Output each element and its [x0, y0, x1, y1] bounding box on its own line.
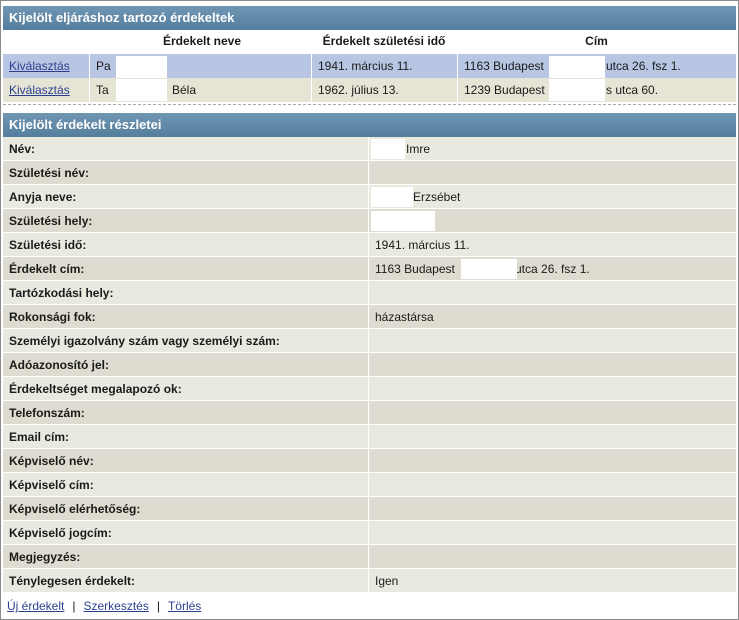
column-header-birth: Érdekelt születési idő: [322, 34, 446, 48]
detail-row-szuletesi-hely: Születési hely:: [3, 209, 736, 233]
detail-label: Képviselő név:: [3, 449, 369, 472]
column-header-name: Érdekelt neve: [162, 34, 242, 48]
detail-row-szemelyi-szam: Személyi igazolvány szám vagy személyi s…: [3, 329, 736, 353]
detail-row-adoazonosito: Adóazonosító jel:: [3, 353, 736, 377]
detail-label: Telefonszám:: [3, 401, 369, 424]
edit-link[interactable]: Szerkesztés: [83, 599, 148, 613]
detail-label: Képviselő jogcím:: [3, 521, 369, 544]
detail-label: Email cím:: [3, 425, 369, 448]
action-cell: Kiválasztás: [3, 54, 89, 78]
redaction-box: [371, 187, 413, 207]
section-divider: [3, 104, 736, 105]
action-cell: Kiválasztás: [3, 78, 89, 102]
detail-value: [370, 521, 736, 544]
detail-label: Adóazonosító jel:: [3, 353, 369, 376]
detail-value: [370, 329, 736, 352]
detail-row-kepviselo-elerhetoseg: Képviselő elérhetőség:: [3, 497, 736, 521]
footer-actions: Új érdekelt | Szerkesztés | Törlés: [7, 594, 201, 618]
new-stakeholder-link[interactable]: Új érdekelt: [7, 599, 64, 613]
detail-label: Születési idő:: [3, 233, 369, 256]
address-text: 1239 Budapest: [464, 83, 545, 97]
detail-row-rokonsagi-fok: Rokonsági fok: házastársa: [3, 305, 736, 329]
detail-label: Név:: [3, 137, 369, 160]
detail-row-tenylegesen-erdekelt: Ténylegesen érdekelt: Igen: [3, 569, 736, 593]
detail-value: [370, 281, 736, 304]
detail-row-kepviselo-cim: Képviselő cím:: [3, 473, 736, 497]
redaction-box: [371, 139, 405, 159]
detail-value: Erzsébet: [370, 185, 736, 208]
detail-label: Képviselő elérhetőség:: [3, 497, 369, 520]
detail-label: Születési hely:: [3, 209, 369, 232]
window-frame: Kijelölt eljáráshoz tartozó érdekeltek É…: [0, 0, 739, 620]
list-section-header: Kijelölt eljáráshoz tartozó érdekeltek: [3, 6, 736, 30]
redaction-box: [371, 211, 435, 231]
select-link[interactable]: Kiválasztás: [9, 83, 70, 97]
detail-value: Igen: [375, 574, 399, 588]
detail-row-kepviselo-jogcim: Képviselő jogcím:: [3, 521, 736, 545]
detail-label: Rokonsági fok:: [3, 305, 369, 328]
detail-row-megjegyzes: Megjegyzés:: [3, 545, 736, 569]
detail-row-erdekeltseg-ok: Érdekeltséget megalapozó ok:: [3, 377, 736, 401]
detail-label: Személyi igazolvány szám vagy személyi s…: [3, 329, 369, 352]
detail-label: Anyja neve:: [3, 185, 369, 208]
person-name: Pa: [96, 59, 111, 73]
separator: |: [72, 599, 76, 613]
detail-row-erdekelt-cim: Érdekelt cím: 1163 Budapest utca 26. fsz …: [3, 257, 736, 281]
redaction-box: [461, 259, 517, 279]
detail-value: [370, 377, 736, 400]
detail-value-tail: utca 26. fsz 1.: [515, 262, 590, 276]
detail-row-anyja-neve: Anyja neve: Erzsébet: [3, 185, 736, 209]
delete-link[interactable]: Törlés: [168, 599, 201, 613]
column-header-address: Cím: [585, 34, 608, 48]
person-name: Ta: [96, 83, 109, 97]
detail-label: Megjegyzés:: [3, 545, 369, 568]
detail-label: Tartózkodási hely:: [3, 281, 369, 304]
detail-value: Imre: [370, 137, 736, 160]
birth-cell: 1941. március 11.: [311, 54, 457, 78]
detail-row-email: Email cím:: [3, 425, 736, 449]
detail-value: [370, 497, 736, 520]
detail-value: [370, 449, 736, 472]
select-link[interactable]: Kiválasztás: [9, 59, 70, 73]
address-tail: utca 26. fsz 1.: [606, 59, 681, 73]
redaction-box: [549, 79, 605, 101]
detail-row-tartozkodasi-hely: Tartózkodási hely:: [3, 281, 736, 305]
detail-value: [370, 161, 736, 184]
address-text: 1163 Budapest: [464, 59, 544, 73]
detail-label: Képviselő cím:: [3, 473, 369, 496]
redaction-box: [116, 79, 167, 101]
detail-label: Érdekelt cím:: [3, 257, 369, 280]
detail-row-kepviselo-nev: Képviselő név:: [3, 449, 736, 473]
detail-row-telefonszam: Telefonszám:: [3, 401, 736, 425]
birth-cell: 1962. július 13.: [311, 78, 457, 102]
detail-value: 1941. március 11.: [375, 238, 470, 252]
detail-label: Ténylegesen érdekelt:: [3, 569, 369, 592]
redaction-box: [116, 56, 167, 78]
separator: |: [156, 599, 160, 613]
detail-label: Születési név:: [3, 161, 369, 184]
table-row[interactable]: Kiválasztás Ta Béla 1962. július 13. 1239…: [3, 78, 736, 102]
detail-value: [370, 401, 736, 424]
detail-value: 1163 Budapest utca 26. fsz 1.: [370, 257, 736, 280]
person-name-tail: Béla: [172, 83, 197, 97]
detail-row-szuletesi-nev: Születési név:: [3, 161, 736, 185]
detail-value: [370, 425, 736, 448]
table-row[interactable]: Kiválasztás Pa 1941. március 11. 1163 Bu…: [3, 54, 736, 78]
detail-value: [370, 545, 736, 568]
detail-value: [370, 473, 736, 496]
redaction-box: [549, 56, 605, 78]
detail-value-text: 1163 Budapest: [375, 262, 455, 276]
detail-label: Érdekeltséget megalapozó ok:: [3, 377, 369, 400]
address-tail: s utca 60.: [606, 83, 659, 97]
detail-value: [370, 353, 736, 376]
detail-row-nev: Név: Imre: [3, 137, 736, 161]
detail-section-header: Kijelölt érdekelt részletei: [3, 113, 736, 137]
detail-value: házastársa: [375, 310, 434, 324]
detail-row-szuletesi-ido: Születési idő: 1941. március 11.: [3, 233, 736, 257]
